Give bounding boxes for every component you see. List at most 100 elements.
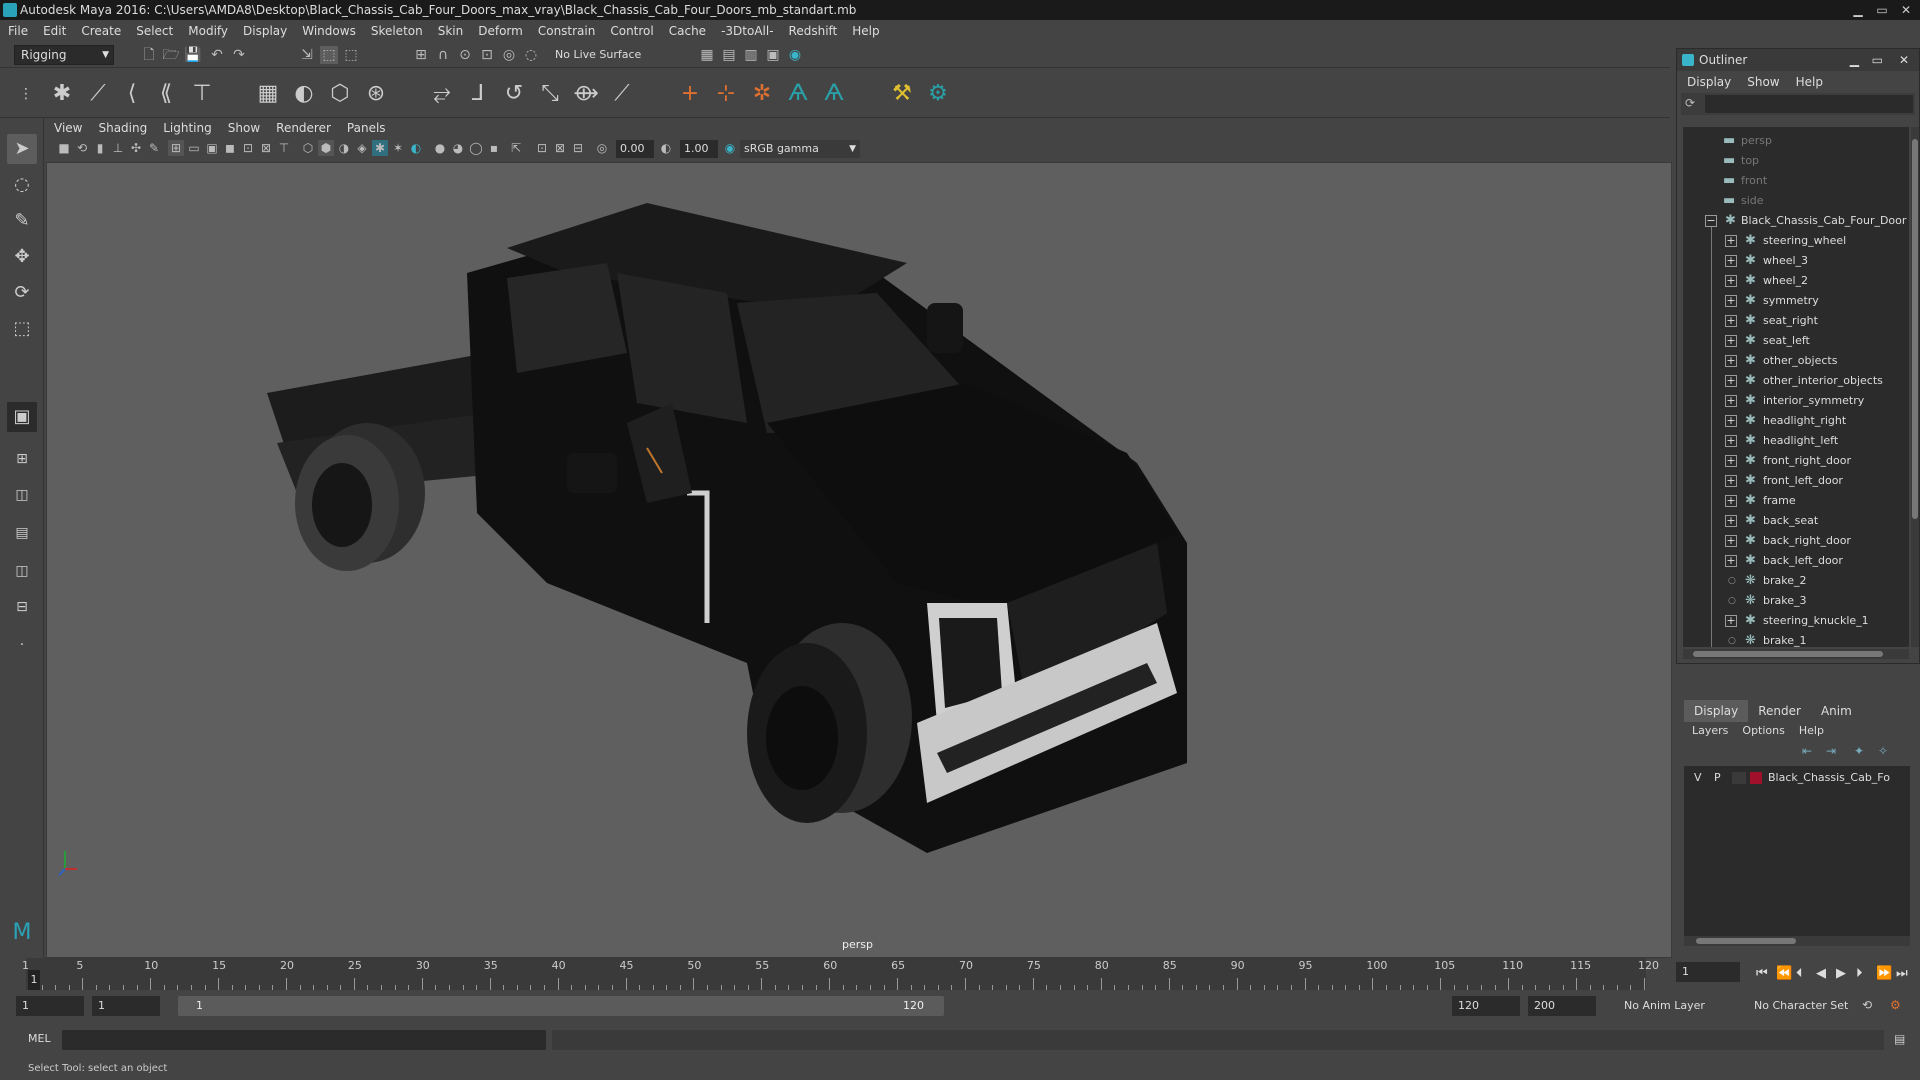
go-to-start-icon[interactable]: ⏮ (1756, 966, 1768, 981)
step-back-key-icon[interactable]: ⏪ (1776, 966, 1792, 981)
step-forward-key-icon[interactable]: ⏩ (1876, 966, 1892, 981)
bookmark-icon[interactable]: ▮ (92, 140, 108, 156)
outliner-item[interactable]: + ✱ steering_knuckle_1 (1683, 611, 1909, 631)
gamma-field[interactable]: 1.00 (680, 140, 718, 158)
snap-point-icon[interactable]: ⊙ (456, 46, 474, 64)
outliner-root-group[interactable]: − ✱ Black_Chassis_Cab_Four_Door (1683, 211, 1909, 231)
resolution-gate-icon[interactable]: ▣ (204, 140, 220, 156)
bind-skin-icon[interactable]: ▦ (254, 80, 282, 108)
animation-preferences-icon[interactable]: ⚙ (1890, 998, 1901, 1012)
render-settings-icon[interactable]: ▦ (698, 46, 716, 64)
xray-active-icon[interactable]: ⊠ (552, 140, 568, 156)
outliner-item[interactable]: + ✱ interior_symmetry (1683, 391, 1909, 411)
layer-horizontal-scrollbar[interactable] (1684, 936, 1910, 946)
layer-playback-toggle[interactable]: P (1714, 768, 1721, 788)
camera-attributes-icon[interactable]: ⟲ (74, 140, 90, 156)
lights-icon[interactable]: ✱ (372, 140, 388, 156)
close-icon[interactable]: ✕ (1894, 2, 1918, 18)
anim-layer-dropdown[interactable]: No Anim Layer (1618, 996, 1738, 1016)
outliner-tree[interactable]: ▬ persp ▬ top ▬ front ▬ side − ✱ Black_Chassis_Cab… (1683, 127, 1909, 647)
expand-icon[interactable]: + (1725, 455, 1737, 467)
menu-redshift[interactable]: Redshift (789, 24, 838, 38)
expand-icon[interactable]: + (1725, 395, 1737, 407)
scale-tool-icon[interactable]: ⬚ (7, 314, 37, 344)
animation-start-field[interactable]: 1 (16, 996, 84, 1016)
step-back-frame-icon[interactable]: ⏴ (1796, 966, 1803, 981)
menu-file[interactable]: File (8, 24, 28, 38)
menu-skeleton[interactable]: Skeleton (371, 24, 423, 38)
script-language-toggle[interactable]: MEL (28, 1032, 51, 1045)
expand-icon[interactable]: + (1725, 355, 1737, 367)
expand-icon[interactable]: + (1725, 335, 1737, 347)
expand-icon[interactable]: + (1725, 275, 1737, 287)
command-input[interactable] (62, 1030, 546, 1050)
grease-pencil-icon[interactable]: ✎ (146, 140, 162, 156)
vp-menu-panels[interactable]: Panels (347, 121, 386, 135)
outliner-item[interactable]: + ✱ other_interior_objects (1683, 371, 1909, 391)
outliner-camera-item[interactable]: ▬ top (1683, 151, 1909, 171)
multisample-aa-icon[interactable]: ◕ (450, 140, 466, 156)
lattice-icon[interactable]: ⬡ (326, 80, 354, 108)
layer-visibility-toggle[interactable]: V (1694, 768, 1702, 788)
minimize-icon[interactable]: ▁ (1846, 2, 1870, 18)
outliner-vertical-scrollbar[interactable] (1911, 127, 1919, 647)
point-constraint-icon[interactable]: ⥂ (428, 80, 456, 108)
outliner-menu-show[interactable]: Show (1747, 75, 1779, 89)
outliner-camera-item[interactable]: ▬ front (1683, 171, 1909, 191)
persp-outliner-layout-icon[interactable]: ▤ (7, 518, 37, 548)
expand-icon[interactable]: + (1725, 475, 1737, 487)
hik-skeleton-icon[interactable]: ⊹ (712, 80, 740, 108)
select-object-icon[interactable]: ⬚ (320, 46, 338, 64)
menu-set-dropdown[interactable]: Rigging ▼ (14, 45, 114, 65)
image-plane-icon[interactable]: ⊥ (110, 140, 126, 156)
snap-curve-icon[interactable]: ∩ (434, 46, 452, 64)
lasso-tool-icon[interactable]: ◌ (7, 170, 37, 200)
exposure-icon[interactable]: ◎ (594, 140, 610, 156)
outliner-item[interactable]: + ✱ front_left_door (1683, 471, 1909, 491)
outliner-item[interactable]: + ✱ wheel_2 (1683, 271, 1909, 291)
expand-icon[interactable]: + (1725, 435, 1737, 447)
play-backward-icon[interactable]: ◀ (1816, 966, 1826, 981)
depth-of-field-icon[interactable]: ◯ (468, 140, 484, 156)
grid-icon[interactable]: ⊞ (168, 140, 184, 156)
current-frame-field[interactable]: 1 (1676, 962, 1740, 982)
playback-end-field[interactable]: 120 (1452, 996, 1520, 1016)
range-slider[interactable]: 1 120 (178, 996, 944, 1016)
filter-icon[interactable]: ⟳ (1685, 96, 1695, 110)
hypershade-icon[interactable]: ◉ (786, 46, 804, 64)
outliner-item[interactable]: + ✱ front_right_door (1683, 451, 1909, 471)
expand-icon[interactable]: + (1725, 235, 1737, 247)
safe-title-icon[interactable]: ⊤ (276, 140, 292, 156)
hik-controls-icon[interactable]: Ѧ (820, 80, 848, 108)
new-layer-selected-icon[interactable]: ✧ (1878, 744, 1888, 758)
wireframe-on-shaded-icon[interactable]: ◑ (336, 140, 352, 156)
outliner-horizontal-scrollbar[interactable] (1683, 649, 1909, 659)
current-frame-marker[interactable]: 1 (28, 970, 40, 990)
menu-deform[interactable]: Deform (478, 24, 523, 38)
outliner-item[interactable]: + ✱ headlight_left (1683, 431, 1909, 451)
create-joint-icon[interactable]: ✱ (48, 80, 76, 108)
expand-icon[interactable]: + (1725, 535, 1737, 547)
outliner-item[interactable]: ○ ❋ brake_3 (1683, 591, 1909, 611)
menu-windows[interactable]: Windows (302, 24, 356, 38)
expand-icon[interactable]: + (1725, 315, 1737, 327)
motion-blur-icon[interactable]: ● (432, 140, 448, 156)
menu-skin[interactable]: Skin (438, 24, 464, 38)
outliner-item[interactable]: + ✱ wheel_3 (1683, 251, 1909, 271)
layer-menu-options[interactable]: Options (1742, 724, 1784, 737)
expand-icon[interactable]: + (1725, 495, 1737, 507)
snap-grid-icon[interactable]: ⊞ (412, 46, 430, 64)
layer-menu-help[interactable]: Help (1799, 724, 1824, 737)
ipr-render-icon[interactable]: ▥ (742, 46, 760, 64)
vp-menu-shading[interactable]: Shading (98, 121, 147, 135)
minimize-icon[interactable]: ▁ (1850, 49, 1859, 71)
layer-type-toggle[interactable] (1732, 772, 1746, 784)
play-forward-icon[interactable]: ▶ (1836, 966, 1846, 981)
parent-constraint-icon[interactable]: ⟴ (572, 80, 600, 108)
single-pane-layout-icon[interactable]: ▣ (7, 402, 37, 432)
cluster-icon[interactable]: ⊛ (362, 80, 390, 108)
quick-rig-icon[interactable]: Ѧ (784, 80, 812, 108)
script-editor-icon[interactable]: ▤ (1894, 1032, 1905, 1046)
orient-joint-icon[interactable]: ⊤ (188, 80, 216, 108)
graph-editor-icon[interactable]: ⚙ (924, 80, 952, 108)
